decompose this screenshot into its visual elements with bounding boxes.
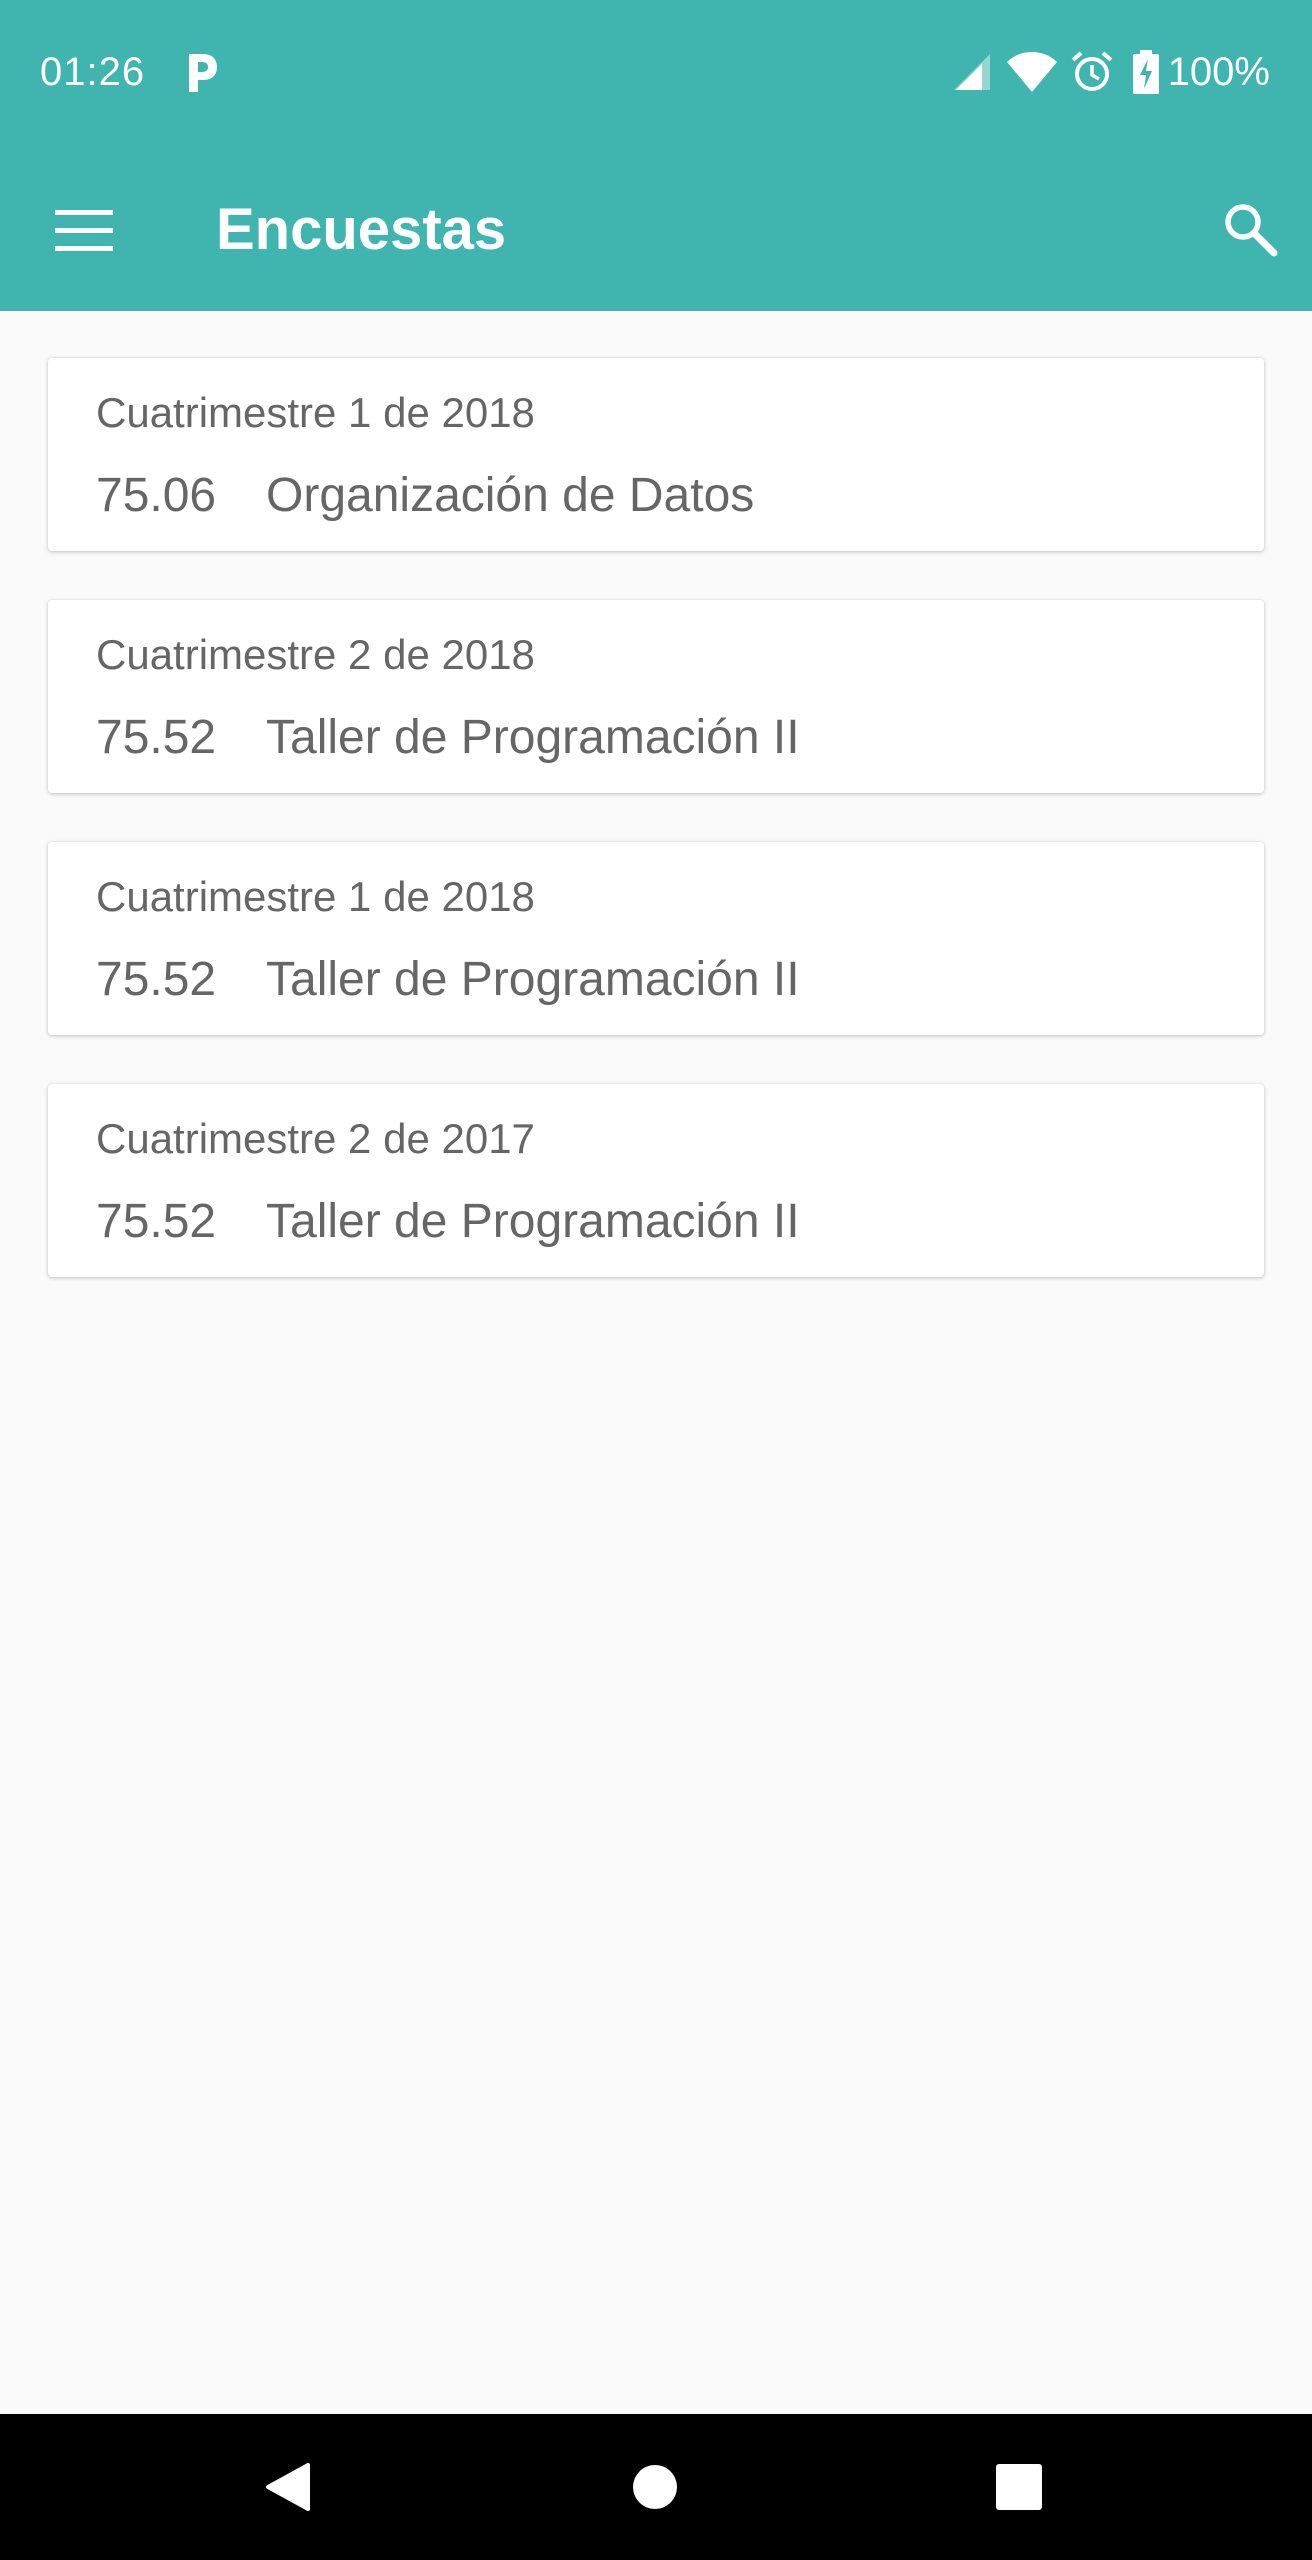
status-icons: 100% (952, 46, 1270, 98)
course-name: Taller de Programación II (266, 1195, 800, 1248)
survey-card[interactable]: Cuatrimestre 2 de 2018 75.52 Taller de P… (48, 600, 1264, 793)
status-bar: 01:26 100% (0, 0, 1312, 145)
signal-icon (953, 54, 990, 90)
course-code: 75.52 (96, 953, 217, 1006)
course-code: 75.52 (96, 1195, 217, 1248)
course-code: 75.06 (96, 469, 217, 522)
course-code: 75.52 (96, 711, 217, 764)
back-button[interactable] (244, 2444, 330, 2530)
search-icon (1225, 204, 1278, 257)
back-icon (266, 2463, 310, 2511)
survey-term: Cuatrimestre 1 de 2018 (96, 873, 535, 920)
survey-card[interactable]: Cuatrimestre 2 de 2017 75.52 Taller de P… (48, 1084, 1264, 1277)
survey-card[interactable]: Cuatrimestre 1 de 2018 75.06 Organizació… (48, 358, 1264, 551)
search-button[interactable] (1208, 187, 1292, 271)
battery-charging-icon (1132, 50, 1159, 94)
survey-list: Cuatrimestre 1 de 2018 75.06 Organizació… (48, 358, 1264, 1326)
recents-button[interactable] (976, 2444, 1062, 2530)
toolbar: Encuestas (0, 145, 1312, 311)
wifi-icon (1006, 52, 1057, 92)
course-name: Taller de Programación II (266, 711, 800, 764)
app-header: 01:26 100% Encuestas (0, 0, 1312, 311)
parking-app-icon (189, 54, 217, 92)
recents-icon (996, 2464, 1042, 2510)
page-title: Encuestas (216, 197, 507, 262)
survey-term: Cuatrimestre 1 de 2018 (96, 389, 535, 436)
battery-percentage: 100% (1167, 50, 1270, 94)
hamburger-menu-icon (55, 210, 113, 251)
status-time: 01:26 (40, 50, 146, 94)
navigation-bar (0, 2414, 1312, 2560)
course-name: Organización de Datos (266, 469, 755, 522)
survey-term: Cuatrimestre 2 de 2017 (96, 1115, 535, 1162)
survey-term: Cuatrimestre 2 de 2018 (96, 631, 535, 678)
menu-button[interactable] (42, 189, 126, 273)
home-icon (633, 2465, 677, 2509)
alarm-icon (1071, 51, 1113, 91)
home-button[interactable] (612, 2444, 698, 2530)
course-name: Taller de Programación II (266, 953, 800, 1006)
survey-card[interactable]: Cuatrimestre 1 de 2018 75.52 Taller de P… (48, 842, 1264, 1035)
